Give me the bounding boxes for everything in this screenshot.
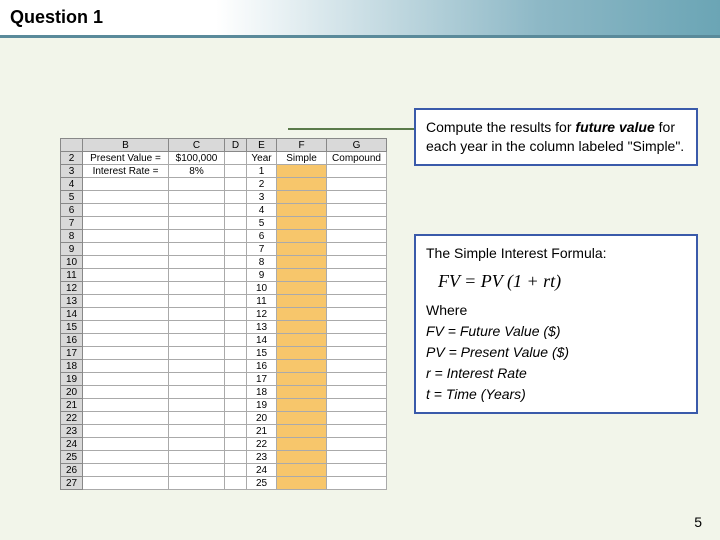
spreadsheet-table: B C D E F G 2 Present Value = $100,000 Y… (60, 138, 387, 490)
year-cell: 1 (247, 165, 277, 178)
ir-label: Interest Rate = (83, 165, 169, 178)
formula-def: t = Time (Years) (426, 385, 686, 404)
row-header: 2 (61, 152, 83, 165)
formula-def: FV = Future Value ($) (426, 322, 686, 341)
row-header: 3 (61, 165, 83, 178)
formula-title: The Simple Interest Formula: (426, 244, 686, 263)
pv-value: $100,000 (169, 152, 225, 165)
where-label: Where (426, 301, 686, 320)
pv-label: Present Value = (83, 152, 169, 165)
page-number: 5 (694, 514, 702, 530)
col-header: D (225, 139, 247, 152)
col-header: E (247, 139, 277, 152)
callout-emph: future value (575, 119, 654, 135)
formula-callout: The Simple Interest Formula: FV = PV (1 … (414, 234, 698, 414)
col-header: F (277, 139, 327, 152)
simple-cell (277, 165, 327, 178)
col-header: C (169, 139, 225, 152)
simple-header: Simple (277, 152, 327, 165)
instruction-callout: Compute the results for future value for… (414, 108, 698, 166)
ir-value: 8% (169, 165, 225, 178)
formula-def: PV = Present Value ($) (426, 343, 686, 362)
col-header: G (327, 139, 387, 152)
slide-header: Question 1 (0, 0, 720, 38)
year-header: Year (247, 152, 277, 165)
callout-connector-line (288, 128, 414, 130)
formula-def: r = Interest Rate (426, 364, 686, 383)
compound-header: Compound (327, 152, 387, 165)
col-header: B (83, 139, 169, 152)
callout-text: Compute the results for (426, 119, 575, 135)
slide-title: Question 1 (10, 7, 103, 28)
formula-expression: FV = PV (1 + rt) (426, 263, 686, 301)
corner-cell (61, 139, 83, 152)
